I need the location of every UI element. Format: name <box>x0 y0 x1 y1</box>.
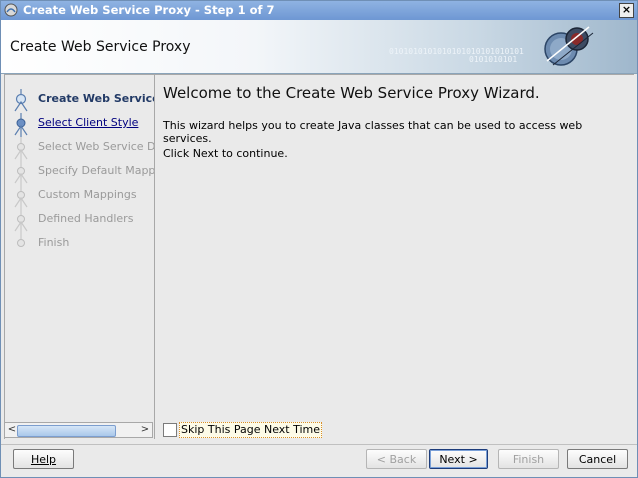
globe-satellite-icon <box>544 26 594 66</box>
wizard-window: Create Web Service Proxy - Step 1 of 7 ×… <box>0 0 638 478</box>
step-node-icon <box>14 185 28 209</box>
skip-page-label[interactable]: Skip This Page Next Time <box>179 422 323 438</box>
step-node-icon <box>14 89 28 112</box>
wizard-step-label: Finish <box>38 236 70 249</box>
header-banner: Create Web Service Proxy 010101010101010… <box>1 20 637 74</box>
next-button[interactable]: Next > <box>429 449 488 469</box>
checkbox-box[interactable] <box>163 423 177 437</box>
wizard-step-label: Select Client Style <box>38 116 139 129</box>
step-node-icon <box>17 233 25 247</box>
cancel-button[interactable]: Cancel <box>567 449 628 469</box>
step-node-icon <box>14 137 28 161</box>
wizard-step: Specify Default Mapping Options <box>5 161 155 185</box>
close-button[interactable]: × <box>619 3 634 18</box>
banner-title: Create Web Service Proxy <box>10 39 191 55</box>
step-node-icon <box>14 209 28 233</box>
wizard-step-label: Create Web Service Proxy <box>38 92 154 105</box>
page-description: This wizard helps you to create Java cla… <box>163 119 583 145</box>
banner-binary-decoration-2: 0101010101 <box>469 55 518 64</box>
step-node-icon <box>14 113 28 137</box>
steps-navigation: Create Web Service Proxy Select Client St… <box>4 74 155 439</box>
back-button-label: < Back <box>376 453 417 466</box>
title-bar[interactable]: Create Web Service Proxy - Step 1 of 7 × <box>1 1 637 20</box>
cancel-button-label: Cancel <box>578 453 617 466</box>
window-title: Create Web Service Proxy - Step 1 of 7 <box>23 3 275 17</box>
help-button-label: Help <box>30 453 57 466</box>
page-hint: Click Next to continue. <box>163 147 288 160</box>
wizard-step-label: Defined Handlers <box>38 212 134 225</box>
horizontal-scrollbar[interactable]: < > <box>4 422 153 438</box>
scroll-right-icon[interactable]: > <box>139 424 151 436</box>
footer-divider <box>1 444 637 445</box>
page-heading: Welcome to the Create Web Service Proxy … <box>163 84 540 102</box>
scrollbar-thumb[interactable] <box>17 425 116 437</box>
step-node-icon <box>14 161 28 185</box>
wizard-step: Select Web Service Description <box>5 137 155 161</box>
wizard-step-label: Custom Mappings <box>38 188 137 201</box>
next-button-label: Next > <box>439 453 478 466</box>
wizard-step[interactable]: Select Client Style <box>5 113 154 137</box>
wizard-step[interactable]: Create Web Service Proxy <box>5 89 154 112</box>
app-icon <box>4 3 18 17</box>
help-button[interactable]: Help <box>13 449 74 469</box>
wizard-step: Defined Handlers <box>5 209 154 233</box>
content-panel: Welcome to the Create Web Service Proxy … <box>154 74 634 439</box>
close-icon: × <box>621 3 632 16</box>
back-button[interactable]: < Back <box>366 449 427 469</box>
finish-button-label: Finish <box>512 453 545 466</box>
wizard-step: Custom Mappings <box>5 185 154 209</box>
wizard-step: Finish <box>5 233 154 253</box>
wizard-step-label: Select Web Service Description <box>38 140 155 153</box>
wizard-step-label: Specify Default Mapping Options <box>38 164 155 177</box>
finish-button[interactable]: Finish <box>498 449 559 469</box>
